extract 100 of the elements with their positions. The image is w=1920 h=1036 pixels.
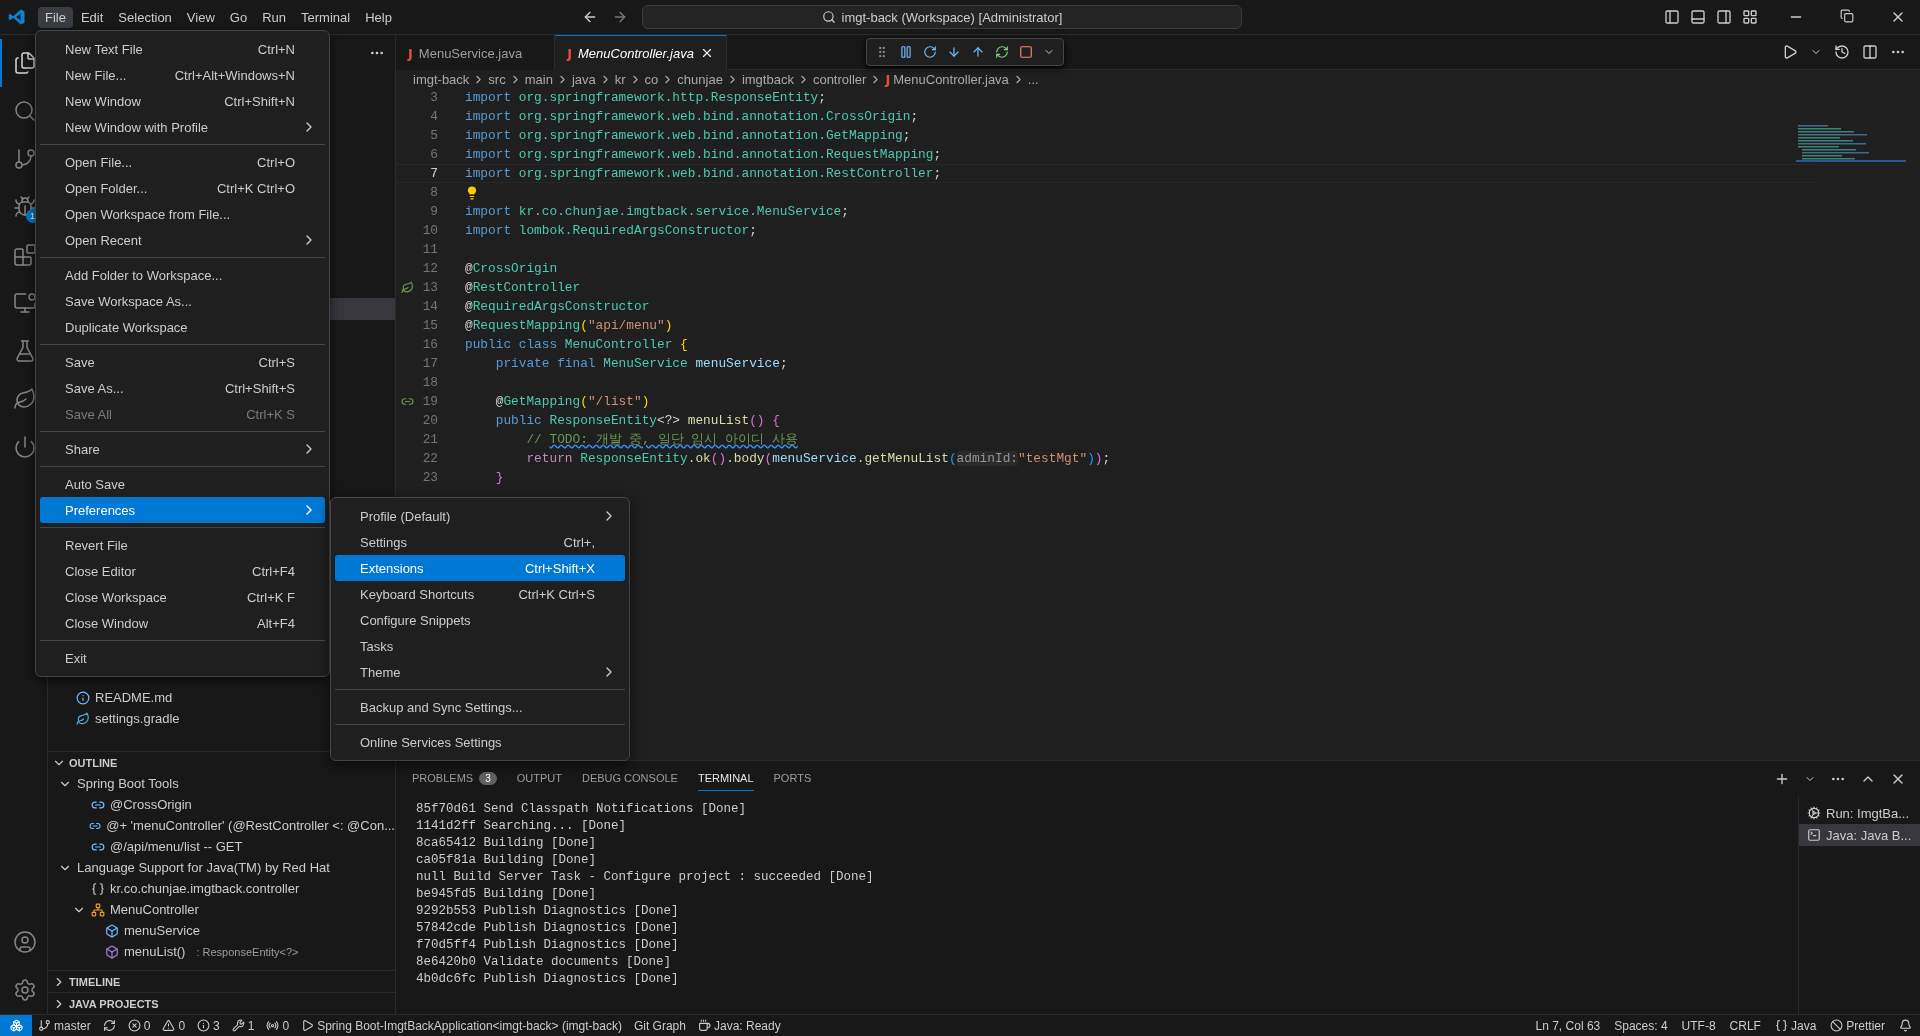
breadcrumb[interactable]: java	[571, 71, 596, 87]
breadcrumb[interactable]: src	[488, 71, 506, 87]
status-item[interactable]: 1	[225, 1018, 261, 1033]
toggle-sidebar-icon[interactable]	[1664, 9, 1680, 25]
status-item[interactable]: 0	[156, 1018, 192, 1033]
breadcrumb[interactable]: kr	[614, 71, 626, 87]
menu-item[interactable]: Preferences	[40, 497, 325, 523]
restart-icon[interactable]	[995, 45, 1009, 59]
menu-bar-item[interactable]: Terminal	[294, 6, 358, 28]
menu-item[interactable]: Auto Save	[40, 471, 325, 497]
status-item[interactable]: Java	[1768, 1018, 1825, 1033]
menu-bar-item[interactable]: Help	[358, 6, 399, 28]
status-item[interactable]: master	[32, 1018, 97, 1033]
breadcrumb[interactable]: ...	[1027, 71, 1039, 87]
status-item[interactable]: UTF-8	[1675, 1018, 1724, 1033]
history-icon[interactable]	[1834, 44, 1850, 60]
menu-item[interactable]: New Text File Ctrl+N	[40, 36, 325, 62]
toggle-secondary-sidebar-icon[interactable]	[1716, 9, 1732, 25]
section-header[interactable]: TIMELINE	[48, 970, 395, 992]
step-into-icon[interactable]	[947, 45, 961, 59]
status-item[interactable]: CRLF	[1723, 1018, 1769, 1033]
breadcrumb[interactable]: imgtback	[741, 71, 794, 87]
breadcrumb[interactable]: controller	[812, 71, 867, 87]
outline-item[interactable]: menuService	[48, 920, 395, 941]
menu-item[interactable]: Close Editor Ctrl+F4	[40, 558, 325, 584]
outline-item[interactable]: menuList() : ResponseEntity<?>	[48, 941, 395, 962]
menu-bar-item[interactable]: Edit	[73, 6, 111, 28]
terminal-item[interactable]: Java: Java B...	[1799, 824, 1920, 846]
menu-item[interactable]: Add Folder to Workspace...	[40, 262, 325, 288]
menu-bar-item[interactable]: View	[179, 6, 222, 28]
status-item[interactable]: 0	[260, 1018, 296, 1033]
panel-tab[interactable]: PORTS	[773, 766, 812, 791]
restore-icon[interactable]	[1840, 9, 1854, 23]
menu-item[interactable]: Open File... Ctrl+O	[40, 149, 325, 175]
link-icon[interactable]	[400, 395, 414, 408]
menu-item[interactable]: Backup and Sync Settings...	[335, 694, 625, 720]
breadcrumb[interactable]: imgt-back	[413, 71, 470, 87]
menu-item[interactable]: Share	[40, 436, 325, 462]
menu-item[interactable]: Keyboard Shortcuts Ctrl+K Ctrl+S	[335, 581, 625, 607]
status-item[interactable]: Git Graph	[627, 1018, 692, 1033]
breadcrumb[interactable]: co	[644, 71, 659, 87]
panel-tab[interactable]: TERMINAL	[697, 766, 754, 791]
outline-item[interactable]: @/api/menu/list -- GET	[48, 836, 395, 857]
menu-item[interactable]: Open Recent	[40, 227, 325, 253]
menu-item[interactable]: Close Workspace Ctrl+K F	[40, 584, 325, 610]
editor-tab[interactable]: J MenuController.java	[555, 35, 727, 70]
menu-bar-item[interactable]: Run	[255, 6, 293, 28]
menu-item[interactable]: Revert File	[40, 532, 325, 558]
panel-tab[interactable]: DEBUG CONSOLE	[581, 766, 678, 791]
menu-item[interactable]: Configure Snippets	[335, 607, 625, 633]
outline-item[interactable]: MenuController	[48, 899, 395, 920]
panel-tab[interactable]: PROBLEMS 3	[412, 766, 497, 791]
panel-tab[interactable]: OUTPUT	[516, 766, 562, 791]
toggle-panel-icon[interactable]	[1690, 9, 1706, 25]
menu-item[interactable]: New Window with Profile	[40, 114, 325, 140]
menu-item[interactable]: Open Folder... Ctrl+K Ctrl+O	[40, 175, 325, 201]
menu-item[interactable]: Close Window Alt+F4	[40, 610, 325, 636]
breadcrumb[interactable]: main	[524, 71, 553, 87]
status-item[interactable]: Ln 7, Col 63	[1529, 1018, 1609, 1033]
outline-item[interactable]: @+ 'menuController' (@RestController <: @Con...	[48, 815, 395, 836]
remote-button[interactable]	[0, 1014, 32, 1036]
menu-item[interactable]: Tasks	[335, 633, 625, 659]
menu-bar-item[interactable]: Go	[222, 6, 255, 28]
pause-icon[interactable]	[899, 45, 913, 59]
menu-item[interactable]: Profile (Default)	[335, 503, 625, 529]
menu-item[interactable]: Save As... Ctrl+Shift+S	[40, 375, 325, 401]
menu-item[interactable]: Save Ctrl+S	[40, 349, 325, 375]
run-icon[interactable]	[1782, 44, 1798, 60]
breadcrumb[interactable]: chunjae	[677, 71, 723, 87]
status-item[interactable]: Java: Ready	[691, 1018, 787, 1033]
breadcrumb[interactable]: MenuController.java	[893, 71, 1009, 87]
step-out-icon[interactable]	[971, 45, 985, 59]
status-item[interactable]: Prettier	[1824, 1018, 1893, 1033]
menu-item[interactable]: Duplicate Workspace	[40, 314, 325, 340]
command-center[interactable]: imgt-back (Workspace) [Administrator]	[641, 5, 1242, 29]
step-over-icon[interactable]	[923, 45, 937, 59]
menu-item[interactable]: Save Workspace As...	[40, 288, 325, 314]
menu-item[interactable]: Theme	[335, 659, 625, 685]
outline-item[interactable]: Spring Boot Tools	[48, 773, 395, 794]
menu-item[interactable]: Settings Ctrl+,	[335, 529, 625, 555]
menu-item[interactable]: Exit	[40, 645, 325, 671]
status-item[interactable]: Spaces: 4	[1608, 1018, 1676, 1033]
terminal-item[interactable]: Run: ImgtBa...	[1799, 802, 1920, 824]
menu-item[interactable]: New File... Ctrl+Alt+Windows+N	[40, 62, 325, 88]
menu-bar-item[interactable]: Selection	[111, 6, 179, 28]
menu-item[interactable]: New Window Ctrl+Shift+N	[40, 88, 325, 114]
stop-icon[interactable]	[1019, 45, 1033, 59]
split-editor-icon[interactable]	[1862, 44, 1878, 60]
outline-item[interactable]: @CrossOrigin	[48, 794, 395, 815]
layout-icon[interactable]	[1742, 9, 1758, 25]
outline-item[interactable]: Language Support for Java(TM) by Red Hat	[48, 857, 395, 878]
lightbulb-icon[interactable]	[465, 185, 479, 200]
menu-item[interactable]: Extensions Ctrl+Shift+X	[335, 555, 625, 581]
outline-item[interactable]: kr.co.chunjae.imgtback.controller	[48, 878, 395, 899]
menu-item[interactable]: Open Workspace from File...	[40, 201, 325, 227]
status-item[interactable]: 3	[191, 1018, 226, 1033]
leaf-icon[interactable]	[400, 281, 414, 294]
editor-tab[interactable]: J MenuService.java	[396, 35, 556, 70]
status-item[interactable]: 0	[121, 1018, 157, 1033]
menu-bar-item[interactable]: File	[38, 6, 73, 28]
